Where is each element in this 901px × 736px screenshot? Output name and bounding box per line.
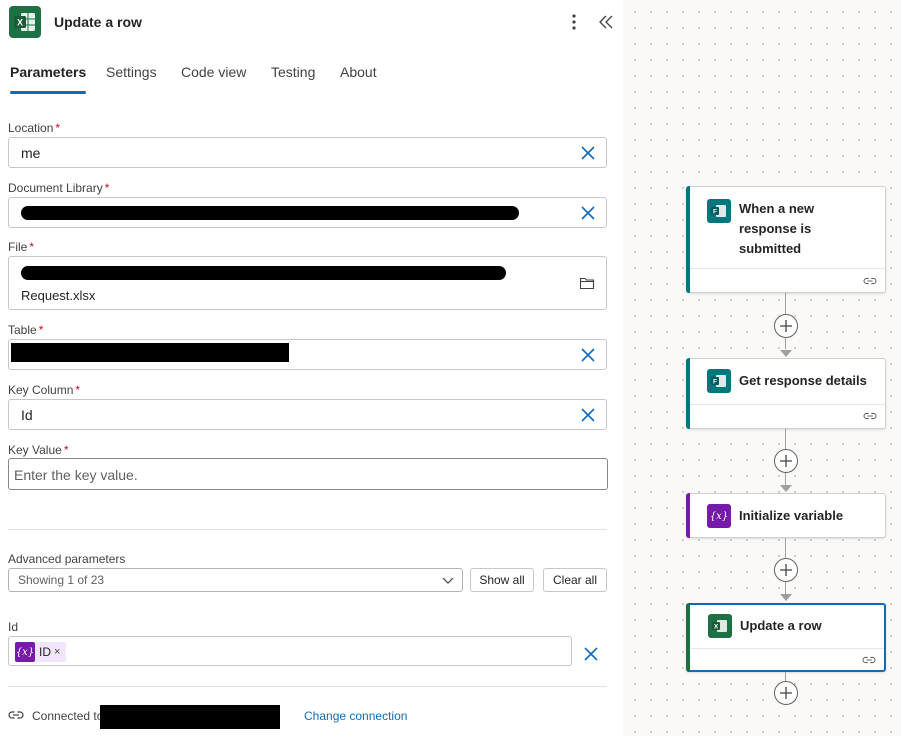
node-footer	[690, 268, 885, 269]
file-label: File *	[8, 240, 35, 254]
folder-icon[interactable]	[578, 275, 596, 291]
panel-tabs: Parameters Settings Code view Testing Ab…	[0, 62, 623, 94]
excel-icon: X	[9, 6, 41, 38]
svg-text:F: F	[713, 209, 717, 216]
redacted-value	[21, 206, 519, 220]
document-library-label: Document Library *	[8, 181, 110, 195]
add-step-button[interactable]	[774, 314, 798, 338]
id-parameter-field[interactable]: {x} ID ×	[8, 636, 572, 666]
key-column-field[interactable]: Id	[8, 399, 607, 430]
action-panel: X Update a row Parameters Settings Code …	[0, 0, 623, 736]
clear-location-icon[interactable]	[580, 145, 596, 161]
flow-node-when-response-submitted[interactable]: F When a new response is submitted	[686, 186, 886, 293]
node-accent-bar	[686, 603, 690, 672]
key-value-label: Key Value *	[8, 443, 69, 457]
location-label: Location *	[8, 121, 61, 135]
remove-token-icon[interactable]: ×	[54, 646, 60, 658]
advanced-parameters-dropdown[interactable]: Showing 1 of 23	[8, 568, 463, 592]
node-footer	[691, 648, 884, 649]
file-field[interactable]: Request.xlsx	[8, 256, 607, 310]
id-token-label: ID	[39, 645, 51, 659]
chevron-down-icon	[442, 577, 454, 584]
redacted-value	[11, 343, 289, 362]
plus-icon	[780, 455, 792, 467]
file-name: Request.xlsx	[21, 288, 96, 303]
connection-icon	[8, 711, 24, 719]
advanced-parameters-label: Advanced parameters	[8, 552, 126, 566]
variable-icon: {x}	[707, 504, 731, 528]
tab-settings[interactable]: Settings	[106, 64, 157, 94]
table-field[interactable]	[8, 339, 607, 370]
location-field[interactable]: me	[8, 137, 607, 168]
connected-to-text: Connected to	[32, 709, 104, 723]
connector-arrow	[780, 594, 792, 601]
redacted-value	[21, 266, 506, 280]
svg-text:X: X	[714, 624, 719, 631]
node-title: Update a row	[740, 618, 822, 633]
tab-testing[interactable]: Testing	[271, 64, 315, 94]
forms-icon: F	[707, 369, 731, 393]
add-step-button[interactable]	[774, 449, 798, 473]
node-title: Get response details	[739, 373, 867, 388]
add-step-button[interactable]	[774, 681, 798, 705]
clear-table-icon[interactable]	[580, 347, 596, 363]
excel-icon: X	[708, 614, 732, 638]
advanced-parameters-selected: Showing 1 of 23	[18, 573, 105, 587]
clear-key-column-icon[interactable]	[580, 407, 596, 423]
flow-node-get-response-details[interactable]: F Get response details	[686, 358, 886, 429]
change-connection-link[interactable]: Change connection	[304, 709, 407, 723]
section-divider	[8, 529, 607, 530]
tab-code-view[interactable]: Code view	[181, 64, 246, 94]
clear-all-button[interactable]: Clear all	[543, 568, 607, 592]
link-icon	[863, 412, 877, 420]
node-footer	[690, 404, 885, 405]
collapse-panel-icon[interactable]	[596, 10, 616, 34]
section-divider	[8, 686, 607, 687]
connector-arrow	[780, 485, 792, 492]
key-value-field[interactable]: Enter the key value.	[8, 458, 608, 490]
flow-node-initialize-variable[interactable]: {x} Initialize variable	[686, 493, 886, 538]
link-icon	[862, 656, 876, 664]
table-label: Table *	[8, 323, 44, 337]
plus-icon	[780, 687, 792, 699]
svg-text:F: F	[713, 379, 717, 386]
document-library-field[interactable]	[8, 197, 607, 228]
plus-icon	[780, 320, 792, 332]
key-value-placeholder: Enter the key value.	[14, 467, 138, 483]
panel-title: Update a row	[54, 14, 142, 30]
show-all-button[interactable]: Show all	[470, 568, 534, 592]
flow-node-update-a-row[interactable]: X Update a row	[686, 603, 886, 672]
location-value: me	[21, 145, 41, 161]
node-accent-bar	[686, 358, 690, 429]
add-step-button[interactable]	[774, 558, 798, 582]
more-options-icon[interactable]	[564, 12, 584, 32]
svg-text:X: X	[17, 18, 23, 28]
clear-document-library-icon[interactable]	[580, 205, 596, 221]
variable-icon: {x}	[15, 642, 35, 662]
key-column-value: Id	[21, 407, 33, 423]
tab-parameters[interactable]: Parameters	[10, 64, 87, 94]
forms-icon: F	[707, 199, 731, 223]
id-parameter-label: Id	[8, 620, 19, 634]
link-icon	[863, 277, 877, 285]
plus-icon	[780, 564, 792, 576]
id-token[interactable]: {x} ID ×	[15, 642, 67, 662]
node-title: When a new response is submitted	[739, 201, 815, 256]
node-accent-bar	[686, 493, 690, 538]
node-accent-bar	[686, 186, 690, 293]
tab-about[interactable]: About	[340, 64, 377, 94]
remove-id-parameter-icon[interactable]	[583, 646, 599, 662]
node-title: Initialize variable	[739, 508, 844, 523]
connector-arrow	[780, 350, 792, 357]
key-column-label: Key Column *	[8, 383, 81, 397]
flow-canvas[interactable]: F When a new response is submitted F Get…	[623, 0, 901, 736]
redacted-connection-name	[100, 705, 280, 729]
